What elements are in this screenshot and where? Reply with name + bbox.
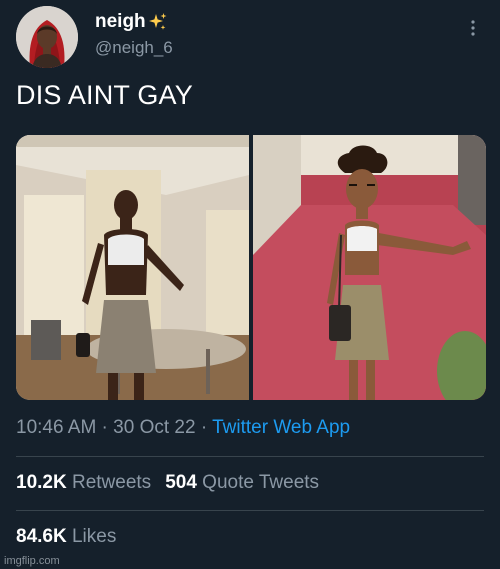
display-name-row: neigh xyxy=(95,10,173,34)
display-name[interactable]: neigh xyxy=(95,10,146,34)
likes-label: Likes xyxy=(71,526,117,547)
imgflip-watermark: imgflip.com xyxy=(4,555,60,567)
likes-count: 84.6K xyxy=(16,526,67,547)
likes-stat[interactable]: 84.6K Likes xyxy=(16,526,116,547)
tweet-time[interactable]: 10:46 AM xyxy=(16,417,96,438)
photo-cartoon-character xyxy=(253,135,486,400)
author-names: neigh @neigh_6 xyxy=(95,10,173,60)
divider xyxy=(16,510,484,511)
tweet-media[interactable] xyxy=(16,135,486,400)
timestamp-separator: · xyxy=(195,417,213,438)
photo-left[interactable] xyxy=(16,135,249,400)
photo-right[interactable] xyxy=(253,135,486,400)
tweet-date[interactable]: 30 Oct 22 xyxy=(113,417,195,438)
quote-tweets-label: Quote Tweets xyxy=(202,472,320,493)
tweet-text: DIS AINT GAY xyxy=(16,80,193,110)
engagement-stats: 10.2K Retweets 504 Quote Tweets xyxy=(16,469,319,497)
tweet-source-link[interactable]: Twitter Web App xyxy=(212,417,350,438)
timestamp-separator: · xyxy=(96,417,114,438)
more-options-icon[interactable] xyxy=(468,18,478,40)
tweet-screenshot: neigh @neigh_6 DIS AINT GAY 10:46 AM · 3… xyxy=(0,0,500,569)
quote-tweets-stat[interactable]: 504 Quote Tweets xyxy=(165,472,319,493)
avatar-image xyxy=(16,6,78,68)
retweets-count: 10.2K xyxy=(16,472,67,493)
timestamp-line: 10:46 AM · 30 Oct 22 · Twitter Web App xyxy=(16,414,350,442)
photo-woman-in-room xyxy=(16,135,249,400)
sparkles-icon xyxy=(148,12,168,32)
divider xyxy=(16,456,484,457)
retweets-stat[interactable]: 10.2K Retweets xyxy=(16,472,151,493)
handle[interactable]: @neigh_6 xyxy=(95,36,173,60)
tweet-header: neigh @neigh_6 xyxy=(16,6,484,72)
retweets-label: Retweets xyxy=(71,472,152,493)
likes-stats: 84.6K Likes xyxy=(16,523,116,551)
avatar[interactable] xyxy=(16,6,78,68)
quote-tweets-count: 504 xyxy=(165,472,197,493)
